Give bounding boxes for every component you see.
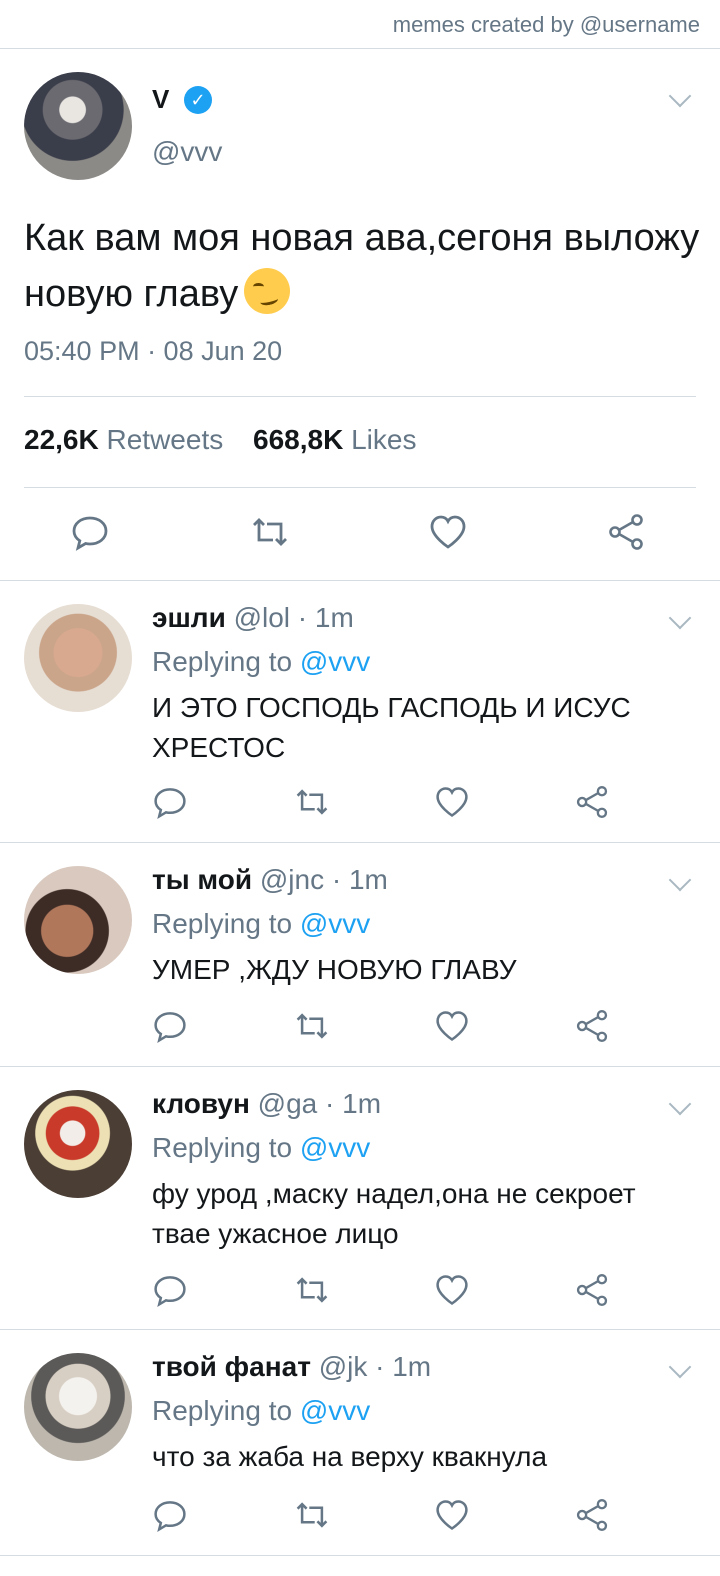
reply-icon[interactable] xyxy=(152,784,188,820)
avatar[interactable] xyxy=(24,72,132,180)
divider xyxy=(24,487,696,488)
mention-link[interactable]: @vvv xyxy=(300,1132,370,1163)
chevron-down-icon[interactable] xyxy=(668,606,692,630)
retweet-icon[interactable] xyxy=(294,784,330,820)
divider xyxy=(0,1555,720,1556)
reply-header: эшли @lol · 1m xyxy=(152,602,354,634)
reply-tweet[interactable]: эшли @lol · 1m Replying to @vvv И ЭТО ГО… xyxy=(0,580,720,842)
mention-link[interactable]: @vvv xyxy=(300,646,370,677)
chevron-down-icon[interactable] xyxy=(668,1092,692,1116)
chevron-down-icon[interactable] xyxy=(668,868,692,892)
share-icon[interactable] xyxy=(574,784,610,820)
chevron-down-icon[interactable] xyxy=(668,1355,692,1379)
share-icon[interactable] xyxy=(574,1008,610,1044)
reply-header: кловун @ga · 1m xyxy=(152,1088,381,1120)
watermark-text: memes created by @username xyxy=(392,12,700,37)
like-icon[interactable] xyxy=(434,784,470,820)
avatar[interactable] xyxy=(24,866,132,974)
author-name[interactable]: эшли xyxy=(152,602,226,633)
retweets-count[interactable]: 22,6K xyxy=(24,424,99,455)
retweet-icon[interactable] xyxy=(294,1497,330,1533)
author-name[interactable]: кловун xyxy=(152,1088,250,1119)
verified-badge-icon: ✓ xyxy=(184,86,212,114)
avatar[interactable] xyxy=(24,1353,132,1461)
mention-link[interactable]: @vvv xyxy=(300,1395,370,1426)
tweet-actions xyxy=(0,1272,720,1312)
tweet-stats: 22,6K Retweets 668,8K Likes xyxy=(24,424,438,456)
reply-header: твой фанат @jk · 1m xyxy=(152,1351,431,1383)
likes-label[interactable]: Likes xyxy=(351,424,416,455)
tweet-text: УМЕР ,ЖДУ НОВУЮ ГЛАВУ xyxy=(152,954,517,985)
retweet-icon[interactable] xyxy=(294,1272,330,1308)
author-handle[interactable]: @vvv xyxy=(152,136,222,168)
retweets-label[interactable]: Retweets xyxy=(107,424,224,455)
tweet-actions xyxy=(0,1497,720,1537)
smirk-emoji-icon xyxy=(244,268,291,314)
like-icon[interactable] xyxy=(434,1272,470,1308)
author-meta[interactable]: @jnc · 1m xyxy=(260,864,388,895)
tweet-actions xyxy=(0,512,720,552)
reply-tweet[interactable]: твой фанат @jk · 1m Replying to @vvv что… xyxy=(0,1329,720,1555)
reply-tweet[interactable]: кловун @ga · 1m Replying to @vvv фу урод… xyxy=(0,1066,720,1328)
mention-link[interactable]: @vvv xyxy=(300,908,370,939)
tweet-text: Как вам моя новая ава,сегоня выложу нову… xyxy=(24,217,700,315)
replying-to: Replying to @vvv xyxy=(152,908,371,939)
reply-tweet[interactable]: ты мой @jnc · 1m Replying to @vvv УМЕР ,… xyxy=(0,842,720,1066)
reply-icon[interactable] xyxy=(70,512,110,552)
author-meta[interactable]: @jk · 1m xyxy=(319,1351,431,1382)
tweet-text: И ЭТО ГОСПОДЬ ГАСПОДЬ И ИСУС ХРЕСТОС xyxy=(152,692,631,763)
avatar[interactable] xyxy=(24,1090,132,1198)
author-name[interactable]: ты мой xyxy=(152,864,252,895)
replying-to: Replying to @vvv xyxy=(152,646,371,677)
reply-icon[interactable] xyxy=(152,1497,188,1533)
divider xyxy=(0,48,720,49)
share-icon[interactable] xyxy=(574,1497,610,1533)
like-icon[interactable] xyxy=(428,512,468,552)
author-meta[interactable]: @lol · 1m xyxy=(234,602,354,633)
share-icon[interactable] xyxy=(606,512,646,552)
share-icon[interactable] xyxy=(574,1272,610,1308)
reply-icon[interactable] xyxy=(152,1272,188,1308)
tweet-text: что за жаба на верху квакнула xyxy=(152,1441,548,1472)
replying-to: Replying to @vvv xyxy=(152,1395,371,1426)
chevron-down-icon[interactable] xyxy=(668,84,692,108)
retweet-icon[interactable] xyxy=(250,512,290,552)
tweet-actions xyxy=(0,784,720,824)
divider xyxy=(24,396,696,397)
author-name[interactable]: V xyxy=(152,84,169,115)
tweet-timestamp: 05:40 PM · 08 Jun 20 xyxy=(24,336,283,366)
tweet-text: фу урод ,маску надел,она не секроет твае… xyxy=(152,1178,636,1249)
reply-header: ты мой @jnc · 1m xyxy=(152,864,388,896)
replying-to: Replying to @vvv xyxy=(152,1132,371,1163)
like-icon[interactable] xyxy=(434,1497,470,1533)
author-meta[interactable]: @ga · 1m xyxy=(258,1088,381,1119)
likes-count[interactable]: 668,8K xyxy=(253,424,343,455)
reply-icon[interactable] xyxy=(152,1008,188,1044)
avatar[interactable] xyxy=(24,604,132,712)
like-icon[interactable] xyxy=(434,1008,470,1044)
retweet-icon[interactable] xyxy=(294,1008,330,1044)
author-name[interactable]: твой фанат xyxy=(152,1351,311,1382)
tweet-actions xyxy=(0,1008,720,1048)
